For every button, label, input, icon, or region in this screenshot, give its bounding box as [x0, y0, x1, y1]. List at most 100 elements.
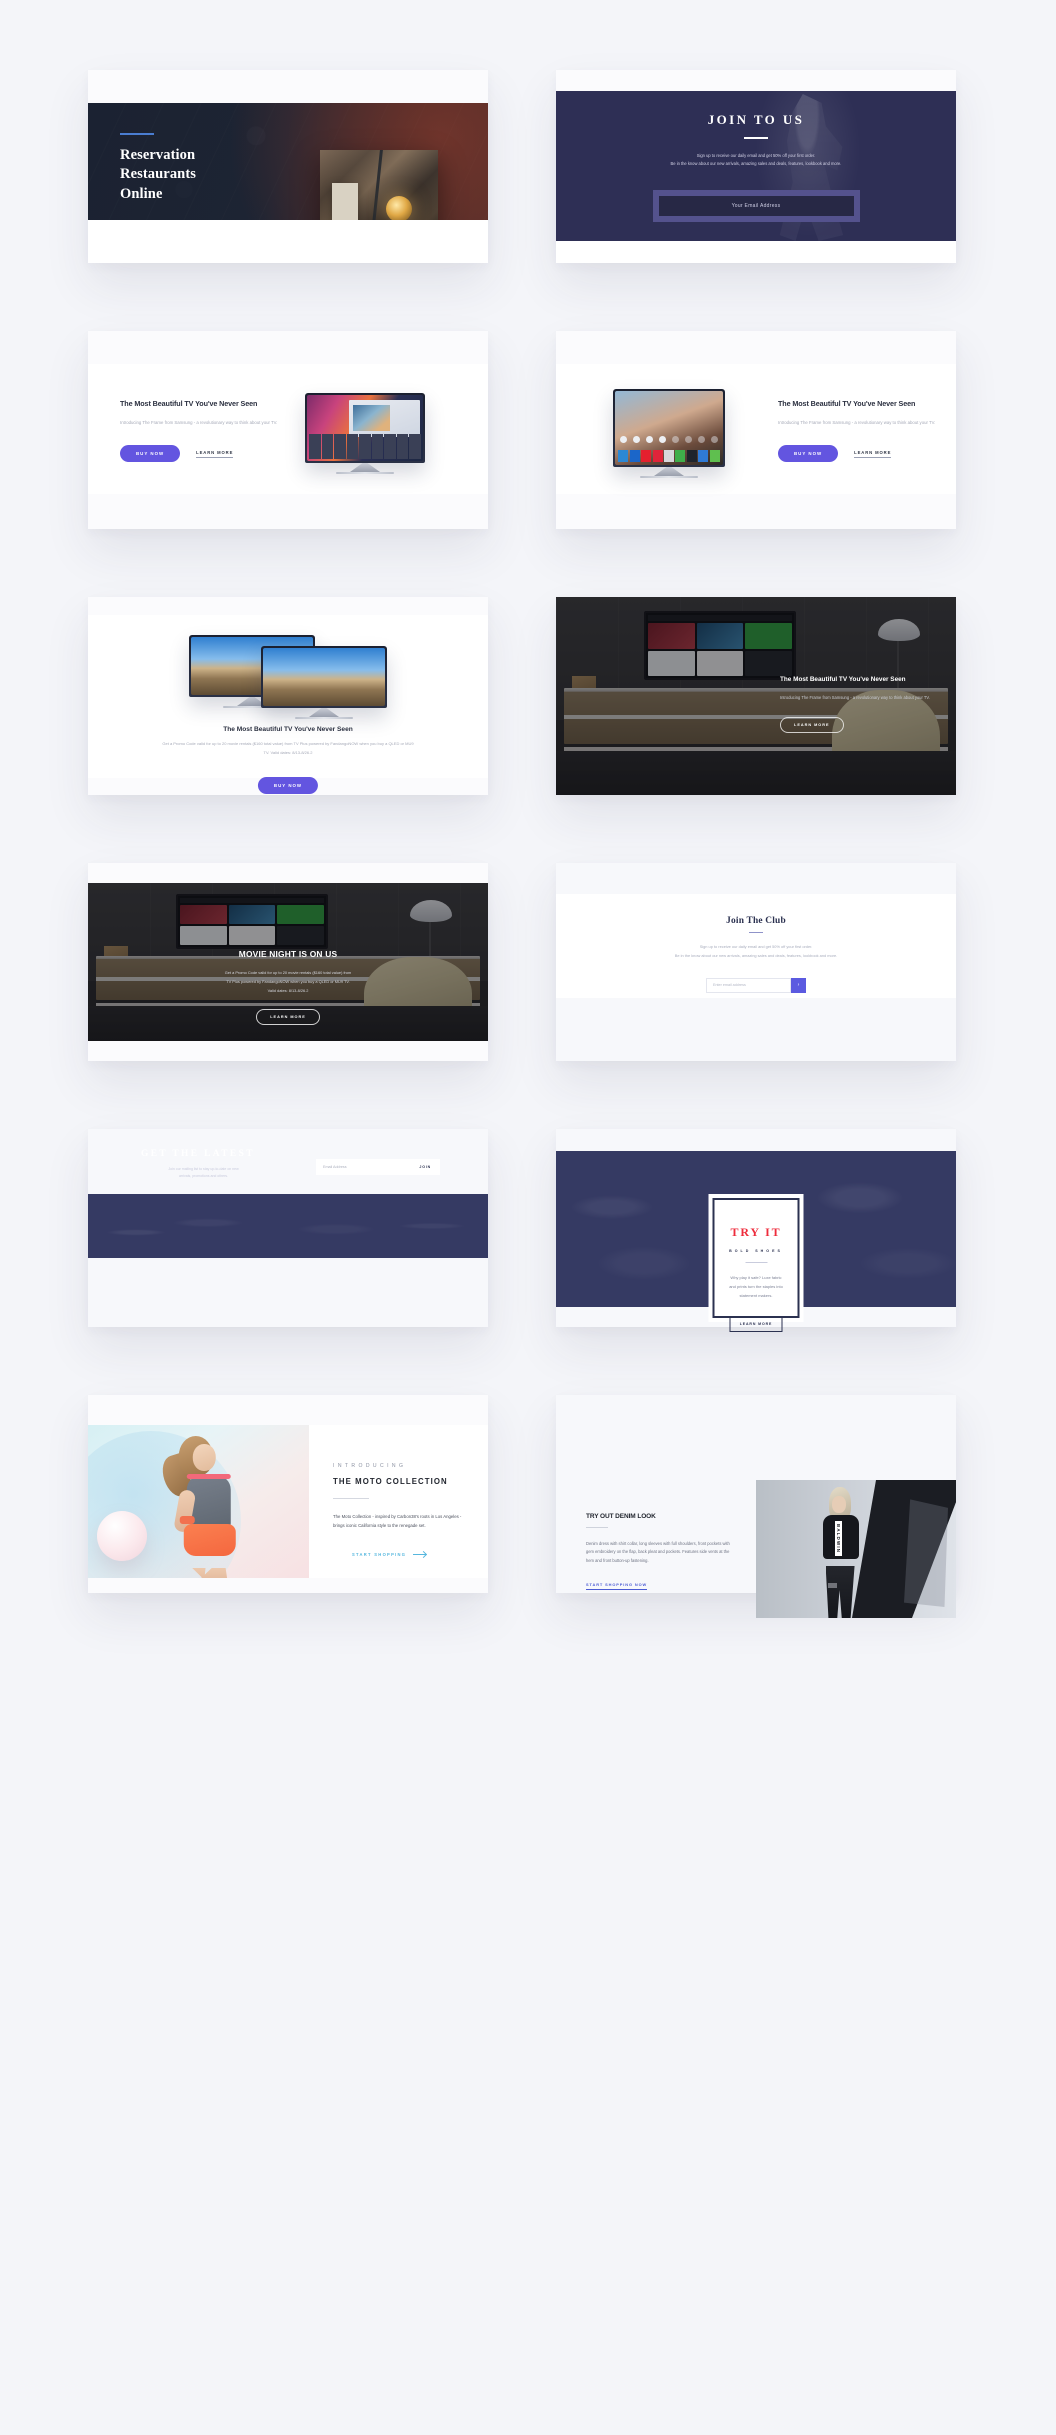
try-it-inner-border: TRY IT BOLD SHOES Why play it safe? Luxe… — [712, 1198, 800, 1333]
tv-screen-art — [307, 395, 423, 461]
newsletter-form: Email Address JOIN — [316, 1159, 440, 1175]
try-it-content: TRY IT BOLD SHOES Why play it safe? Luxe… — [718, 1204, 794, 1333]
template-card-try-it[interactable]: TRY IT BOLD SHOES Why play it safe? Luxe… — [556, 1129, 956, 1333]
living-room-copy: The Most Beautiful TV You've Never Seen … — [780, 675, 932, 733]
tv-base — [295, 716, 353, 719]
learn-more-button[interactable]: LEARN MORE — [256, 1009, 320, 1026]
reservation-copy: Reservation Restaurants Online LEARN MOR… — [120, 133, 196, 220]
try-it-title: TRY IT — [730, 1225, 782, 1239]
tv-right-buttons: BUY NOW LEARN MORE — [778, 445, 953, 463]
join-the-club-subtitle: Sign up to receive our daily email and g… — [674, 944, 838, 958]
template-card-living-room[interactable]: The Most Beautiful TV You've Never Seen … — [556, 597, 956, 795]
tv-app-row — [618, 450, 720, 463]
template-card-moto-collection[interactable]: INTRODUCING THE MOTO COLLECTION The Moto… — [88, 1395, 488, 1593]
template-card-join-to-us[interactable]: JOIN TO US Sign up to receive our daily … — [556, 70, 956, 263]
newsletter-form: Enter email address › — [706, 977, 806, 993]
template-card-get-the-latest[interactable]: GET THE LATEST Join our mailing list to … — [88, 1129, 488, 1327]
tv-screen-art — [615, 391, 723, 465]
legs — [188, 1567, 229, 1578]
moto-stage: INTRODUCING THE MOTO COLLECTION The Moto… — [88, 1425, 488, 1578]
join-the-club-copy: Join The Club Sign up to receive our dai… — [556, 916, 956, 993]
movie-night-heading: MOVIE NIGHT IS ON US — [238, 949, 338, 959]
email-input-field[interactable]: Your Email Address — [652, 189, 860, 222]
face — [193, 1444, 217, 1472]
restaurant-photo — [320, 150, 438, 220]
movie-night-copy: MOVIE NIGHT IS ON US Get a Promo Code va… — [88, 949, 488, 1026]
email-placeholder: Your Email Address — [731, 202, 781, 209]
divider — [586, 1527, 608, 1528]
start-shopping-label: START SHOPPING — [352, 1552, 407, 1557]
face — [832, 1495, 847, 1513]
tv-product-image — [613, 389, 725, 478]
get-the-latest-title: GET THE LATEST — [141, 1149, 255, 1159]
buy-now-button[interactable]: BUY NOW — [257, 777, 319, 794]
card-top-band — [556, 70, 956, 91]
join-the-club-title: Join The Club — [726, 916, 786, 926]
movie-night-body: Get a Promo Code valid for up to 20 movi… — [224, 970, 352, 993]
tv-icon-row — [620, 434, 718, 446]
moto-title: THE MOTO COLLECTION — [333, 1477, 448, 1486]
living-room-heading: The Most Beautiful TV You've Never Seen — [780, 676, 906, 683]
jean-rip — [828, 1583, 837, 1589]
title-underline — [749, 932, 763, 934]
get-the-latest-body: Join our mailing list to stay up-to-date… — [168, 1167, 239, 1179]
model-figure — [158, 1431, 276, 1578]
cast-shadow — [904, 1499, 948, 1607]
learn-more-link[interactable]: LEARN MORE — [854, 450, 892, 458]
living-room-body: Introducing The Frame from Samsung - a r… — [780, 694, 930, 700]
learn-more-link[interactable]: LEARN MORE — [196, 450, 234, 458]
chevron-right-icon[interactable]: › — [791, 977, 806, 993]
divider — [333, 1498, 369, 1499]
arrow-right-icon — [413, 1554, 427, 1555]
background-sphere — [96, 1511, 147, 1562]
buy-now-button[interactable]: BUY NOW — [120, 445, 181, 463]
email-input[interactable]: Email Address — [316, 1165, 419, 1169]
template-card-denim[interactable]: TRY OUT DENIM LOOK Denim dress with shir… — [556, 1395, 956, 1618]
template-card-tv-text-right[interactable]: The Most Beautiful TV You've Never Seen … — [556, 331, 956, 529]
title-underline — [744, 137, 768, 139]
tv-ui-panel — [348, 400, 420, 438]
start-shopping-now-link[interactable]: START SHOPPING NOW — [586, 1582, 648, 1591]
template-card-movie-night[interactable]: MOVIE NIGHT IS ON US Get a Promo Code va… — [88, 863, 488, 1061]
tv-front-art — [263, 648, 385, 706]
tv-app-tiles — [309, 433, 421, 459]
graphic-tee — [823, 1514, 860, 1559]
join-button[interactable]: JOIN — [419, 1165, 440, 1169]
learn-more-button[interactable]: LEARN MORE — [780, 717, 844, 733]
learn-more-button[interactable]: LEARN MORE — [729, 1316, 783, 1333]
tv-centered-cta-wrap: BUY NOW — [257, 774, 319, 794]
try-it-frame: TRY IT BOLD SHOES Why play it safe? Luxe… — [708, 1194, 804, 1333]
start-shopping-link[interactable]: START SHOPPING — [352, 1552, 427, 1557]
tv-right-body: Introducing The Frame from Samsung - a r… — [778, 420, 936, 426]
shorts — [183, 1523, 236, 1556]
template-card-join-the-club[interactable]: Join The Club Sign up to receive our dai… — [556, 863, 956, 1061]
moto-eyebrow: INTRODUCING — [333, 1463, 407, 1469]
template-card-tv-centered[interactable]: The Most Beautiful TV You've Never Seen … — [88, 597, 488, 795]
get-the-latest-copy: GET THE LATEST Join our mailing list to … — [141, 1149, 266, 1180]
wristband — [180, 1516, 196, 1525]
buy-now-button[interactable]: BUY NOW — [778, 445, 839, 463]
tv-centered-heading: The Most Beautiful TV You've Never Seen — [223, 726, 353, 733]
denim-body: Denim dress with shirt collar, long slee… — [586, 1541, 730, 1563]
email-input[interactable]: Enter email address — [706, 977, 791, 993]
join-to-us-subtitle: Sign up to receive our daily email and g… — [670, 152, 842, 167]
tv-duo-image — [189, 635, 387, 719]
join-to-us-hero: JOIN TO US Sign up to receive our daily … — [556, 91, 956, 241]
plate-shape — [331, 183, 358, 220]
try-it-body: Why play it safe? Luxe fabric and prints… — [729, 1275, 783, 1298]
try-it-subtitle: BOLD SHOES — [729, 1249, 783, 1253]
card-top-band — [88, 70, 488, 103]
template-card-reservation[interactable]: Reservation Restaurants Online LEARN MOR… — [88, 70, 488, 263]
tv-centered-body: Get a Promo Code valid for up to 20 movi… — [162, 741, 414, 755]
tv-product-image — [305, 393, 425, 474]
reservation-hero: Reservation Restaurants Online LEARN MOR… — [88, 103, 488, 220]
template-card-tv-text-left[interactable]: The Most Beautiful TV You've Never Seen … — [88, 331, 488, 529]
moto-model-photo — [88, 1425, 309, 1578]
reservation-heading: Reservation Restaurants Online — [120, 147, 197, 202]
divider — [745, 1262, 767, 1263]
tv-left-copy: The Most Beautiful TV You've Never Seen … — [120, 399, 295, 463]
tv-right-heading: The Most Beautiful TV You've Never Seen — [778, 399, 916, 408]
tv-front — [261, 646, 387, 719]
tv-left-buttons: BUY NOW LEARN MORE — [120, 445, 295, 463]
denim-copy: TRY OUT DENIM LOOK Denim dress with shir… — [586, 1513, 736, 1591]
